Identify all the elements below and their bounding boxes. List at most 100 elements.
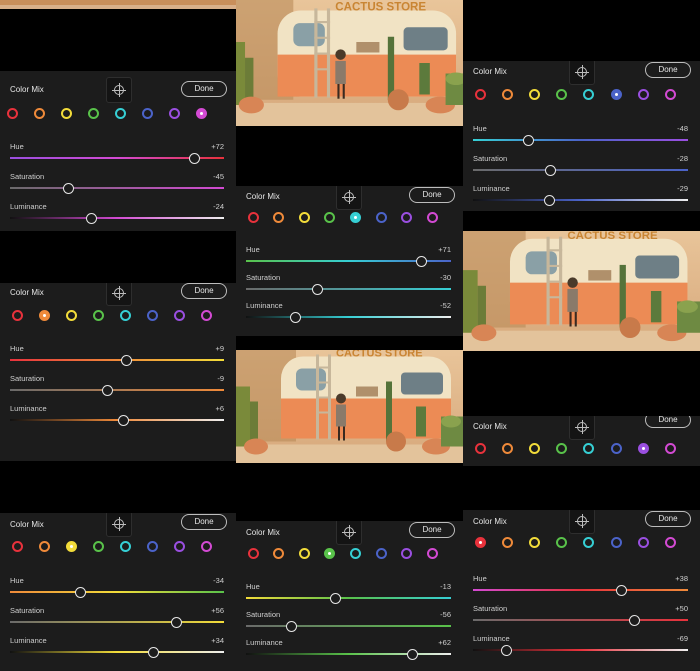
slider-track-hue[interactable]: [473, 139, 688, 141]
slider-track-saturation[interactable]: [246, 625, 451, 627]
target-adjust-button[interactable]: [569, 61, 595, 85]
swatch-magenta[interactable]: [195, 107, 207, 119]
swatch-yellow[interactable]: [298, 547, 310, 559]
swatch-orange[interactable]: [38, 540, 50, 552]
swatch-orange[interactable]: [33, 107, 45, 119]
done-button[interactable]: Done: [181, 81, 227, 97]
swatch-purple[interactable]: [401, 547, 413, 559]
slider-thumb-hue[interactable]: [615, 584, 627, 596]
swatch-magenta[interactable]: [426, 211, 438, 223]
swatch-purple[interactable]: [401, 211, 413, 223]
slider-track-luminance[interactable]: [246, 316, 451, 318]
done-button[interactable]: Done: [645, 511, 691, 527]
slider-thumb-luminance[interactable]: [289, 311, 301, 323]
swatch-green[interactable]: [87, 107, 99, 119]
swatch-green[interactable]: [556, 442, 568, 454]
swatch-purple[interactable]: [637, 536, 649, 548]
slider-track-hue[interactable]: [473, 589, 688, 591]
swatch-green[interactable]: [556, 88, 568, 100]
swatch-aqua[interactable]: [114, 107, 126, 119]
swatch-blue[interactable]: [375, 211, 387, 223]
swatch-magenta[interactable]: [664, 442, 676, 454]
swatch-yellow[interactable]: [65, 309, 77, 321]
done-button[interactable]: Done: [181, 514, 227, 530]
slider-thumb-luminance[interactable]: [147, 646, 159, 658]
swatch-magenta[interactable]: [664, 88, 676, 100]
slider-thumb-luminance[interactable]: [85, 212, 97, 224]
slider-thumb-luminance[interactable]: [500, 644, 512, 656]
swatch-red[interactable]: [474, 88, 486, 100]
swatch-blue[interactable]: [375, 547, 387, 559]
slider-thumb-hue[interactable]: [523, 134, 535, 146]
swatch-green[interactable]: [324, 211, 336, 223]
swatch-purple[interactable]: [637, 442, 649, 454]
swatch-red[interactable]: [11, 540, 23, 552]
slider-thumb-saturation[interactable]: [285, 620, 297, 632]
swatch-blue[interactable]: [610, 88, 622, 100]
slider-thumb-hue[interactable]: [121, 354, 133, 366]
slider-thumb-hue[interactable]: [415, 255, 427, 267]
done-button[interactable]: Done: [409, 522, 455, 538]
slider-thumb-saturation[interactable]: [101, 384, 113, 396]
slider-thumb-luminance[interactable]: [117, 414, 129, 426]
swatch-orange[interactable]: [501, 88, 513, 100]
swatch-orange[interactable]: [501, 536, 513, 548]
swatch-orange[interactable]: [273, 211, 285, 223]
swatch-red[interactable]: [11, 309, 23, 321]
done-button[interactable]: Done: [645, 62, 691, 78]
swatch-orange[interactable]: [38, 309, 50, 321]
slider-track-hue[interactable]: [10, 359, 224, 361]
swatch-aqua[interactable]: [583, 442, 595, 454]
slider-track-saturation[interactable]: [473, 169, 688, 171]
swatch-magenta[interactable]: [200, 309, 212, 321]
swatch-green[interactable]: [556, 536, 568, 548]
swatch-red[interactable]: [474, 442, 486, 454]
target-adjust-button[interactable]: [106, 513, 132, 537]
slider-thumb-saturation[interactable]: [171, 616, 183, 628]
slider-track-saturation[interactable]: [10, 389, 224, 391]
swatch-purple[interactable]: [173, 540, 185, 552]
swatch-magenta[interactable]: [200, 540, 212, 552]
target-adjust-button[interactable]: [336, 521, 362, 545]
swatch-aqua[interactable]: [119, 309, 131, 321]
target-adjust-button[interactable]: [336, 186, 362, 210]
slider-track-saturation[interactable]: [10, 621, 224, 623]
swatch-aqua[interactable]: [583, 88, 595, 100]
swatch-blue[interactable]: [146, 540, 158, 552]
slider-track-luminance[interactable]: [10, 651, 224, 653]
slider-track-luminance[interactable]: [246, 653, 451, 655]
swatch-aqua[interactable]: [349, 211, 361, 223]
done-button[interactable]: Done: [181, 283, 227, 299]
slider-track-luminance[interactable]: [10, 217, 224, 219]
swatch-green[interactable]: [92, 309, 104, 321]
swatch-aqua[interactable]: [349, 547, 361, 559]
target-adjust-button[interactable]: [569, 416, 595, 440]
done-button[interactable]: Done: [409, 187, 455, 203]
slider-track-hue[interactable]: [246, 597, 451, 599]
swatch-red[interactable]: [6, 107, 18, 119]
swatch-blue[interactable]: [141, 107, 153, 119]
slider-track-luminance[interactable]: [473, 199, 688, 201]
swatch-yellow[interactable]: [60, 107, 72, 119]
swatch-green[interactable]: [324, 547, 336, 559]
slider-thumb-hue[interactable]: [188, 152, 200, 164]
swatch-purple[interactable]: [168, 107, 180, 119]
done-button[interactable]: Done: [645, 416, 691, 428]
slider-thumb-luminance[interactable]: [406, 648, 418, 660]
swatch-yellow[interactable]: [298, 211, 310, 223]
swatch-aqua[interactable]: [583, 536, 595, 548]
swatch-yellow[interactable]: [528, 442, 540, 454]
target-adjust-button[interactable]: [106, 77, 132, 103]
slider-thumb-saturation[interactable]: [544, 164, 556, 176]
swatch-yellow[interactable]: [528, 536, 540, 548]
slider-track-hue[interactable]: [10, 591, 224, 593]
swatch-orange[interactable]: [273, 547, 285, 559]
slider-thumb-saturation[interactable]: [63, 182, 75, 194]
slider-thumb-hue[interactable]: [329, 592, 341, 604]
target-adjust-button[interactable]: [106, 283, 132, 306]
swatch-red[interactable]: [247, 547, 259, 559]
swatch-purple[interactable]: [637, 88, 649, 100]
swatch-blue[interactable]: [610, 536, 622, 548]
swatch-red[interactable]: [247, 211, 259, 223]
target-adjust-button[interactable]: [569, 510, 595, 534]
